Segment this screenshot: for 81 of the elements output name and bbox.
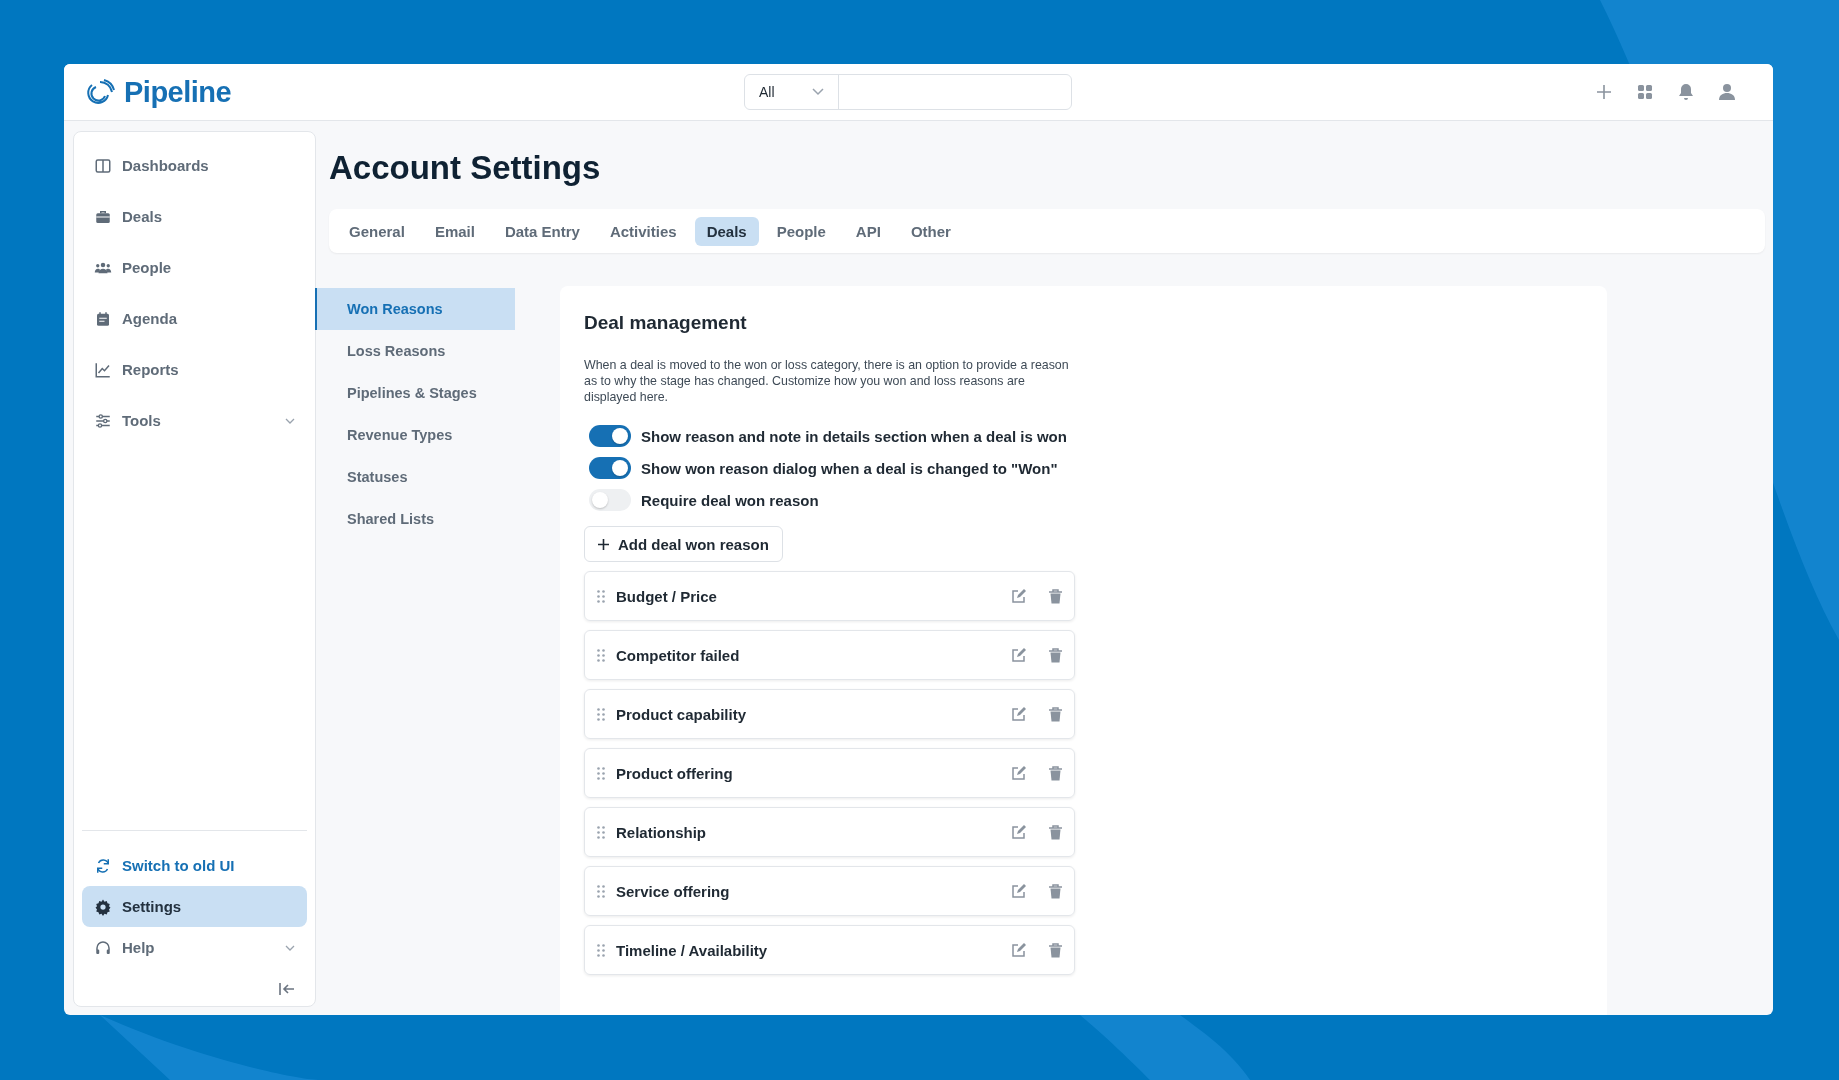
settings-tab[interactable]: Activities (597, 216, 689, 246)
edit-icon[interactable] (1011, 883, 1026, 899)
reason-label: Timeline / Availability (616, 941, 769, 959)
submenu-item[interactable]: Pipelines & Stages (315, 372, 515, 414)
sidebar-item[interactable]: Help (82, 927, 307, 968)
plus-icon[interactable] (1596, 84, 1612, 100)
toggle-label: Require deal won reason (641, 491, 819, 509)
settings-tab[interactable]: API (843, 216, 893, 246)
trash-icon[interactable] (1049, 765, 1062, 781)
sidebar-item[interactable]: Settings (82, 886, 307, 927)
search-field[interactable]: All (744, 74, 1072, 110)
submenu-item[interactable]: Revenue Types (315, 414, 515, 456)
user-icon[interactable] (1719, 83, 1735, 101)
bell-icon[interactable] (1678, 83, 1694, 101)
sidebar-item[interactable]: People (82, 242, 307, 293)
toggle-switch[interactable] (589, 425, 631, 447)
chevron-down-icon (285, 944, 295, 951)
drag-handle-icon[interactable] (597, 589, 605, 603)
submenu-item[interactable]: Loss Reasons (315, 330, 515, 372)
edit-icon[interactable] (1011, 942, 1026, 958)
toggle-label: Show reason and note in details section when a deal is won (641, 427, 1067, 445)
drag-handle-icon[interactable] (597, 707, 605, 721)
chevron-down-icon (285, 417, 295, 424)
drag-handle-icon[interactable] (597, 648, 605, 662)
calendar-icon (94, 309, 112, 328)
edit-icon[interactable] (1011, 588, 1026, 604)
sidebar-item[interactable]: Dashboards (82, 140, 307, 191)
collapse-sidebar-icon[interactable] (279, 982, 295, 996)
toggle-switch[interactable] (589, 489, 631, 511)
drag-handle-icon[interactable] (597, 766, 605, 780)
trash-icon[interactable] (1049, 647, 1062, 663)
edit-icon[interactable] (1011, 824, 1026, 840)
trash-icon[interactable] (1049, 883, 1062, 899)
plus-icon (598, 538, 609, 550)
scope-dropdown[interactable]: All (745, 75, 839, 109)
reason-label: Product capability (616, 705, 748, 723)
settings-tab[interactable]: Data Entry (492, 216, 592, 246)
edit-icon[interactable] (1011, 706, 1026, 722)
section-title: Deal management (584, 312, 748, 334)
drag-handle-icon[interactable] (597, 943, 605, 957)
reason-label: Budget / Price (616, 587, 718, 605)
drag-handle-icon[interactable] (597, 825, 605, 839)
sidebar-item[interactable]: Agenda (82, 293, 307, 344)
chevron-down-icon (812, 88, 824, 96)
reason-label: Product offering (616, 764, 734, 782)
settings-tab[interactable]: Other (898, 216, 963, 246)
submenu-item[interactable]: Statuses (315, 456, 515, 498)
sidebar-item[interactable]: Deals (82, 191, 307, 242)
toggle-switch[interactable] (589, 457, 631, 479)
trash-icon[interactable] (1049, 942, 1062, 958)
settings-tab[interactable]: General (337, 216, 417, 246)
trash-icon[interactable] (1049, 824, 1062, 840)
edit-icon[interactable] (1011, 765, 1026, 781)
trash-icon[interactable] (1049, 706, 1062, 722)
refresh-icon (94, 856, 112, 875)
submenu-item[interactable]: Won Reasons (315, 288, 515, 330)
edit-icon[interactable] (1011, 647, 1026, 663)
apps-grid-icon[interactable] (1637, 84, 1653, 100)
toggle-label: Show won reason dialog when a deal is changed to "Won" (641, 459, 1058, 477)
drag-handle-icon[interactable] (597, 884, 605, 898)
settings-tab[interactable]: Email (422, 216, 487, 246)
section-description: When a deal is moved to the won or loss category, there is an option to provide a reason as to why the stage has changed. Customize how you won and loss reasons are displayed here. (584, 357, 1070, 405)
settings-tab[interactable]: Deals (694, 216, 759, 246)
line-chart-icon (94, 360, 112, 379)
trash-icon[interactable] (1049, 588, 1062, 604)
headset-icon (94, 938, 112, 957)
add-reason-button[interactable]: Add deal won reason (584, 526, 783, 562)
reason-label: Relationship (616, 823, 707, 841)
swirl-logo-icon (84, 77, 116, 107)
page-title: Account Settings (329, 149, 602, 187)
submenu-item[interactable]: Shared Lists (315, 498, 515, 540)
settings-icon (94, 897, 112, 916)
sidebar-item[interactable]: Tools (82, 395, 307, 446)
reason-label: Service offering (616, 882, 731, 900)
settings-tab[interactable]: People (764, 216, 838, 246)
switch-ui-link[interactable]: Switch to old UI (82, 845, 307, 886)
reason-label: Competitor failed (616, 646, 741, 664)
sliders-icon (94, 411, 112, 430)
app-logo-text: Pipeline (124, 75, 232, 109)
layout-icon (94, 156, 112, 175)
sidebar-item[interactable]: Reports (82, 344, 307, 395)
